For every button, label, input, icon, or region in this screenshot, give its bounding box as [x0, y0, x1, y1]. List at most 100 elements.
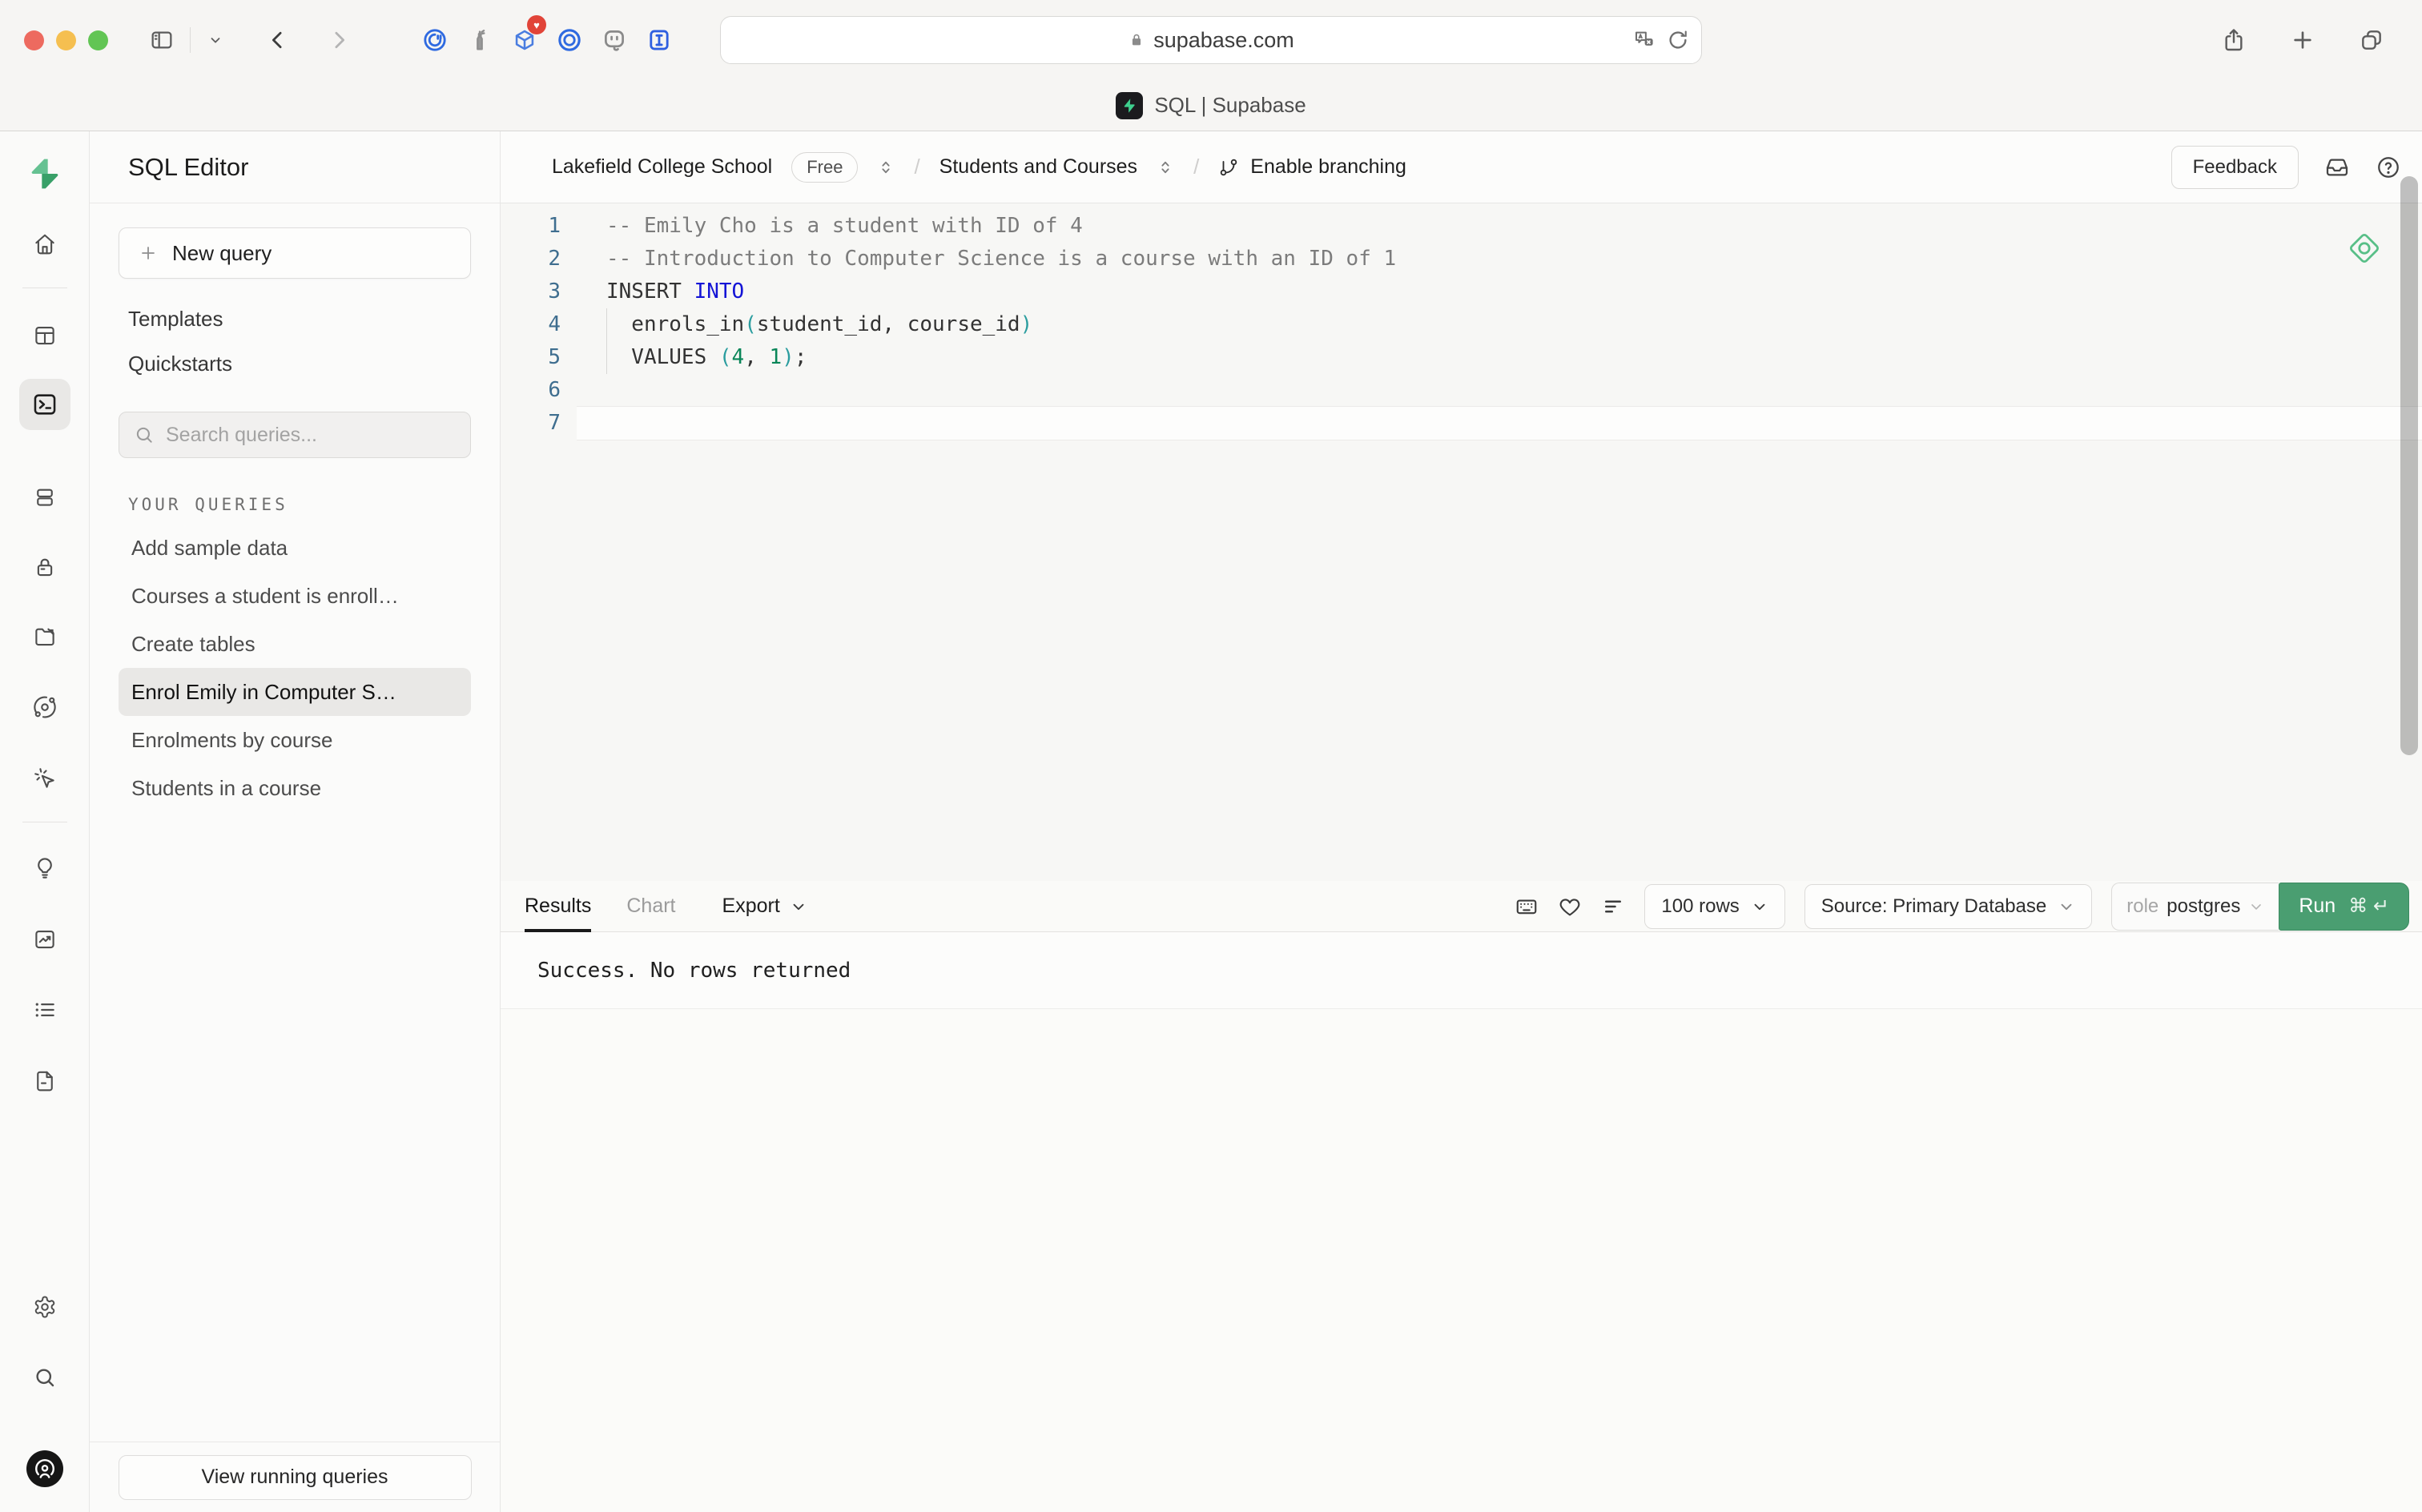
back-button[interactable] — [260, 22, 296, 58]
breadcrumb-org[interactable]: Lakefield College School — [552, 155, 772, 179]
run-shortcut: ⌘ ↵ — [2348, 895, 2389, 918]
sidebar-item-storage[interactable] — [27, 619, 62, 654]
code-line[interactable] — [577, 407, 2422, 440]
translate-icon[interactable] — [1632, 28, 1656, 52]
rows-limit-dropdown[interactable]: 100 rows — [1644, 884, 1784, 929]
sql-editor[interactable]: 1234567 -- Emily Cho is a student with I… — [501, 203, 2422, 881]
settings-icon[interactable] — [27, 1289, 62, 1325]
activity-extension-icon[interactable] — [416, 22, 453, 58]
role-dropdown[interactable]: role postgres — [2111, 883, 2279, 931]
toolbar-divider — [190, 27, 191, 53]
line-number: 6 — [501, 374, 577, 407]
user-avatar[interactable] — [26, 1450, 63, 1487]
line-number: 3 — [501, 275, 577, 308]
sidebar-item-advisors[interactable] — [27, 850, 62, 886]
box-extension-icon[interactable]: ♥ — [506, 22, 543, 58]
chevron-down-icon — [2058, 898, 2075, 915]
favorite-heart-icon[interactable] — [1558, 895, 1582, 919]
tab-overview-icon[interactable] — [2353, 22, 2390, 58]
sidebar-item-quickstarts[interactable]: Quickstarts — [119, 341, 471, 386]
keyboard-shortcuts-icon[interactable] — [1515, 895, 1539, 919]
code-line[interactable] — [577, 374, 2422, 407]
chevron-down-icon — [2248, 899, 2264, 915]
sidebar-item-table-editor[interactable] — [27, 318, 62, 353]
query-list-item[interactable]: Students in a course — [119, 764, 471, 812]
feedback-button[interactable]: Feedback — [2171, 146, 2299, 189]
sidebar-item-sql-editor[interactable] — [19, 379, 70, 430]
inbox-icon[interactable] — [2324, 155, 2350, 180]
sidebar-item-reports[interactable] — [27, 922, 62, 957]
query-list-item[interactable]: Add sample data — [119, 524, 471, 572]
zoom-window-button[interactable] — [88, 30, 108, 50]
search-icon — [134, 424, 155, 445]
page-scrollbar[interactable] — [2400, 176, 2418, 755]
breadcrumb-project[interactable]: Students and Courses — [939, 155, 1137, 179]
chevrons-up-down-icon[interactable] — [1157, 159, 1174, 176]
forward-button[interactable] — [320, 22, 357, 58]
share-icon[interactable] — [2215, 22, 2252, 58]
query-list-item[interactable]: Enrol Emily in Computer S… — [119, 668, 471, 716]
url-bar[interactable]: supabase.com — [720, 16, 1702, 64]
supabase-favicon — [1116, 92, 1143, 119]
enable-branching-button[interactable]: Enable branching — [1218, 155, 1406, 179]
help-icon[interactable] — [2376, 155, 2401, 180]
source-value: Source: Primary Database — [1821, 895, 2046, 918]
view-running-queries-button[interactable]: View running queries — [119, 1455, 472, 1500]
query-list-item[interactable]: Enrolments by course — [119, 716, 471, 764]
editor-code[interactable]: -- Emily Cho is a student with ID of 4--… — [577, 210, 2422, 881]
breadcrumb-separator: / — [1193, 155, 1199, 179]
cleaner-extension-icon[interactable] — [461, 22, 498, 58]
sidebar-item-logs[interactable] — [27, 992, 62, 1027]
search-queries-input[interactable] — [166, 424, 456, 447]
role-label: role — [2126, 895, 2158, 918]
supabase-logo[interactable] — [26, 155, 63, 192]
blocker-extension-icon[interactable] — [551, 22, 588, 58]
source-dropdown[interactable]: Source: Primary Database — [1804, 884, 2092, 929]
query-list-item[interactable]: Courses a student is enroll… — [119, 572, 471, 620]
page-title: SQL Editor — [90, 131, 500, 203]
close-window-button[interactable] — [24, 30, 44, 50]
line-number: 1 — [501, 210, 577, 243]
export-button[interactable]: Export — [722, 895, 807, 918]
editor-gutter: 1234567 — [501, 210, 577, 881]
url-text: supabase.com — [1153, 28, 1294, 53]
sidebar-item-templates[interactable]: Templates — [119, 296, 471, 341]
minimize-window-button[interactable] — [56, 30, 76, 50]
sidebar-item-home[interactable] — [27, 227, 62, 262]
plan-badge: Free — [791, 152, 858, 183]
ai-assistant-icon[interactable] — [2347, 231, 2382, 266]
main-panel: Lakefield College School Free / Students… — [501, 131, 2422, 1512]
search-icon[interactable] — [27, 1360, 62, 1395]
code-line[interactable]: VALUES (4, 1); — [577, 341, 2422, 374]
tab-chart[interactable]: Chart — [626, 881, 675, 931]
sidebar-item-edge-functions[interactable] — [27, 690, 62, 725]
reload-icon[interactable] — [1666, 28, 1690, 52]
code-line[interactable]: -- Emily Cho is a student with ID of 4 — [577, 210, 2422, 243]
line-number: 2 — [501, 243, 577, 275]
enable-branching-label: Enable branching — [1250, 155, 1406, 179]
instapaper-extension-icon[interactable] — [641, 22, 678, 58]
code-line[interactable]: -- Introduction to Computer Science is a… — [577, 243, 2422, 275]
git-branch-icon — [1218, 157, 1239, 178]
tab-title[interactable]: SQL | Supabase — [1154, 93, 1306, 118]
query-list-item[interactable]: Create tables — [119, 620, 471, 668]
code-line[interactable]: enrols_in(student_id, course_id) — [577, 308, 2422, 341]
new-query-button[interactable]: New query — [119, 227, 471, 279]
tab-results[interactable]: Results — [525, 881, 591, 931]
indent-guide — [606, 308, 607, 374]
sidebar-item-api-docs[interactable] — [27, 1064, 62, 1099]
sidebar-item-authentication[interactable] — [27, 549, 62, 585]
sidebar-item-database[interactable] — [27, 480, 62, 515]
search-queries-box[interactable] — [119, 412, 471, 458]
sidebar-item-realtime[interactable] — [27, 761, 62, 796]
chevrons-up-down-icon[interactable] — [877, 159, 895, 176]
code-line[interactable]: INSERT INTO — [577, 275, 2422, 308]
run-button[interactable]: Run ⌘ ↵ — [2279, 883, 2409, 931]
plug-extension-icon[interactable] — [596, 22, 633, 58]
new-tab-icon[interactable] — [2284, 22, 2321, 58]
format-lines-icon[interactable] — [1601, 895, 1625, 919]
sidebar-toggle-icon[interactable] — [143, 22, 180, 58]
query-sidebar: SQL Editor New query Templates Quickstar… — [90, 131, 501, 1512]
sidebar-footer: View running queries — [90, 1442, 500, 1512]
chevron-down-icon[interactable] — [197, 22, 234, 58]
